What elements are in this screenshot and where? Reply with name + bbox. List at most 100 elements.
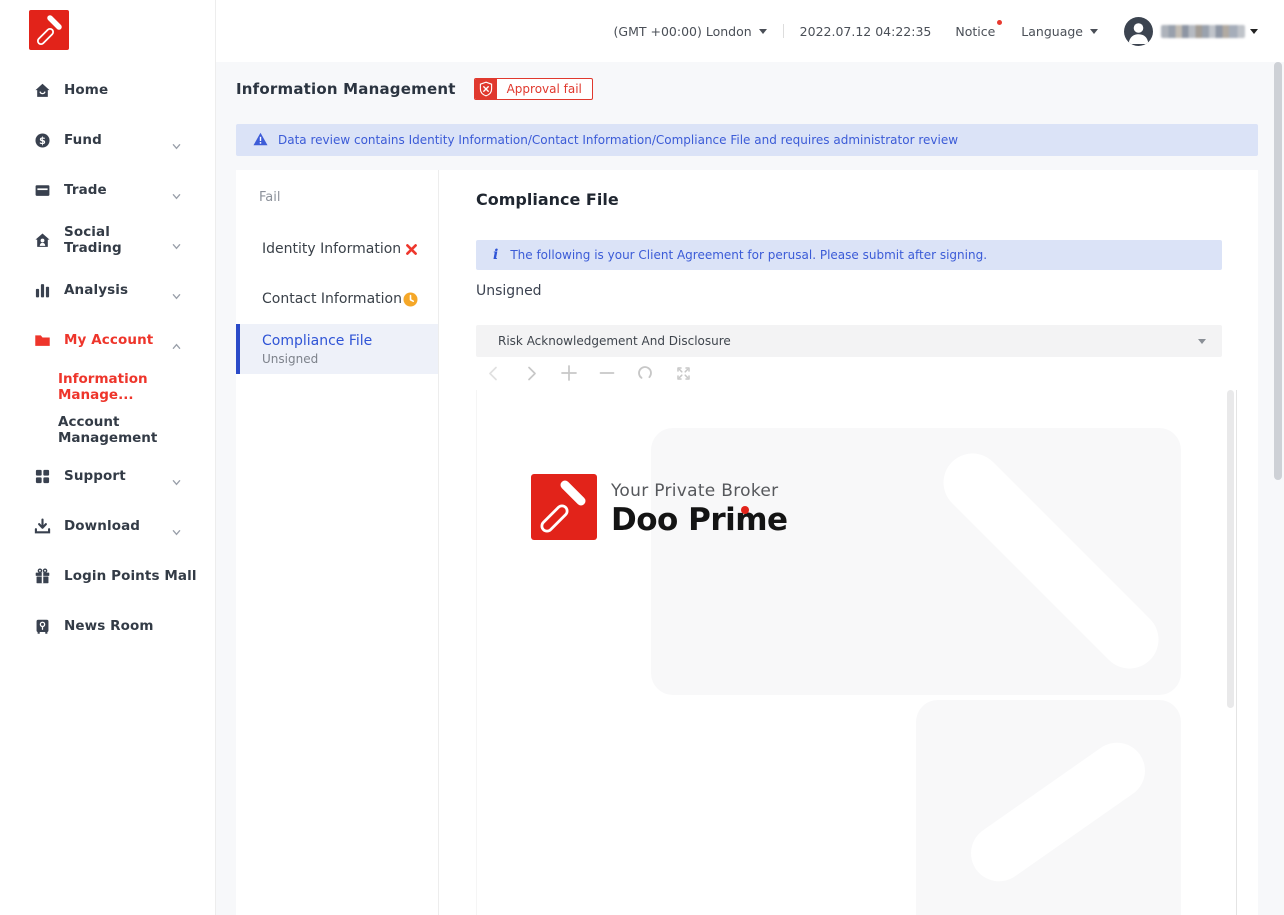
language-label: Language	[1021, 24, 1083, 39]
doo-prime-logo-icon[interactable]	[29, 10, 69, 50]
content-area: Information Management Approval fail	[216, 62, 1284, 915]
fail-x-icon	[405, 243, 418, 256]
sidebar-item-label: Information Manage...	[58, 371, 215, 403]
chevron-down-icon	[1250, 29, 1258, 34]
notice-unread-dot	[997, 20, 1002, 25]
prev-page-button[interactable]	[484, 364, 502, 382]
compliance-panel: Compliance File i The following is your …	[439, 170, 1258, 915]
sidebar-item-support[interactable]: Support	[0, 451, 215, 501]
review-item-identity-information[interactable]: Identity Information	[236, 224, 438, 274]
pdf-viewer: Your Private Broker Doo Prime	[476, 390, 1237, 915]
watermark-logo-shape	[651, 428, 1181, 695]
timezone-selector[interactable]: (GMT +00:00) London	[614, 24, 767, 39]
brand-tagline: Your Private Broker	[611, 481, 788, 501]
gift-icon	[34, 568, 51, 585]
home-icon	[34, 82, 51, 99]
sidebar-item-label: Social Trading	[64, 224, 172, 256]
review-item-label: Identity Information	[262, 241, 401, 257]
avatar[interactable]	[1124, 17, 1153, 46]
notice-button[interactable]: Notice	[955, 24, 995, 39]
approval-status-badge: Approval fail	[474, 78, 593, 100]
trade-icon	[34, 182, 51, 199]
chevron-down-icon	[172, 286, 181, 295]
review-group-label: Fail	[236, 170, 438, 217]
chevron-down-icon	[172, 522, 181, 531]
social-trading-icon	[34, 232, 51, 249]
chevron-down-icon	[172, 236, 181, 245]
badge-label: Approval fail	[497, 82, 592, 96]
doo-prime-mark-icon	[531, 474, 597, 544]
sidebar-item-download[interactable]: Download	[0, 501, 215, 551]
watermark-bar	[931, 441, 1170, 680]
pdf-toolbar	[484, 364, 692, 382]
review-item-contact-information[interactable]: Contact Information	[236, 274, 438, 324]
sidebar-item-fund[interactable]: $ Fund	[0, 115, 215, 165]
agreement-dropdown[interactable]: Risk Acknowledgement And Disclosure	[476, 325, 1222, 357]
zoom-out-button[interactable]	[598, 364, 616, 382]
page-scrollbar-thumb[interactable]	[1274, 62, 1282, 480]
server-datetime: 2022.07.12 04:22:35	[800, 24, 932, 39]
pending-clock-icon	[403, 292, 418, 307]
review-item-label: Contact Information	[262, 291, 402, 307]
svg-text:$: $	[39, 135, 46, 146]
chevron-down-icon	[172, 472, 181, 481]
fund-icon: $	[34, 132, 51, 149]
info-icon: i	[493, 247, 498, 263]
folder-icon	[34, 332, 51, 349]
brand-i-dot	[741, 506, 749, 514]
timezone-label: (GMT +00:00) London	[614, 24, 752, 39]
info-text: The following is your Client Agreement f…	[510, 248, 987, 262]
sidebar-item-information-management[interactable]: Information Manage...	[0, 365, 215, 408]
rotate-refresh-button[interactable]	[636, 364, 654, 382]
sidebar-item-account-management[interactable]: Account Management	[0, 408, 215, 451]
review-item-compliance-file[interactable]: Compliance File Unsigned	[236, 324, 438, 374]
watermark-bar	[960, 732, 1156, 893]
agreement-dropdown-label: Risk Acknowledgement And Disclosure	[498, 334, 731, 348]
header-divider	[783, 24, 784, 38]
sidebar-item-label: Analysis	[64, 282, 128, 298]
top-header: (GMT +00:00) London 2022.07.12 04:22:35 …	[216, 0, 1284, 62]
username-redacted[interactable]	[1161, 25, 1245, 38]
news-room-icon	[34, 618, 51, 635]
sidebar-item-label: Trade	[64, 182, 107, 198]
review-item-sublabel: Unsigned	[262, 352, 318, 366]
sidebar-nav: Home $ Fund Trade Social Tradi	[0, 65, 215, 651]
support-grid-icon	[34, 468, 51, 485]
watermark-logo-shape	[916, 700, 1181, 915]
chevron-down-icon	[1090, 29, 1098, 34]
notice-label: Notice	[955, 24, 995, 39]
document-brand-lockup: Your Private Broker Doo Prime	[531, 474, 788, 544]
sidebar-item-trade[interactable]: Trade	[0, 165, 215, 215]
sidebar-item-label: Home	[64, 82, 108, 98]
sidebar-item-social-trading[interactable]: Social Trading	[0, 215, 215, 265]
sidebar-item-label: News Room	[64, 618, 154, 634]
brand-name: Doo Prime	[611, 502, 788, 538]
sidebar-item-home[interactable]: Home	[0, 65, 215, 115]
sidebar-item-analysis[interactable]: Analysis	[0, 265, 215, 315]
sidebar-item-label: Account Management	[58, 414, 215, 446]
banner-text: Data review contains Identity Informatio…	[278, 133, 958, 147]
zoom-in-button[interactable]	[560, 364, 578, 382]
fullscreen-button[interactable]	[674, 364, 692, 382]
sidebar-item-login-points-mall[interactable]: Login Points Mall	[0, 551, 215, 601]
review-item-label: Compliance File	[262, 333, 372, 349]
review-card: Fail Identity Information Contact Inform…	[236, 170, 1258, 915]
document-brand-text: Your Private Broker Doo Prime	[611, 474, 788, 544]
sidebar-item-label: Login Points Mall	[64, 568, 197, 584]
review-warning-banner: Data review contains Identity Informatio…	[236, 124, 1258, 156]
chevron-up-icon	[172, 336, 181, 345]
pdf-scrollbar-thumb[interactable]	[1227, 390, 1234, 708]
warning-triangle-icon	[253, 131, 268, 150]
agreement-info-box: i The following is your Client Agreement…	[476, 240, 1222, 270]
language-selector[interactable]: Language	[1021, 24, 1098, 39]
page-head: Information Management Approval fail	[236, 78, 593, 100]
sidebar-item-label: My Account	[64, 332, 153, 348]
chevron-down-icon	[759, 29, 767, 34]
analysis-icon	[34, 282, 51, 299]
sidebar: Home $ Fund Trade Social Tradi	[0, 0, 216, 915]
next-page-button[interactable]	[522, 364, 540, 382]
chevron-down-icon	[172, 186, 181, 195]
sidebar-item-my-account[interactable]: My Account	[0, 315, 215, 365]
sidebar-item-news-room[interactable]: News Room	[0, 601, 215, 651]
chevron-down-icon	[1198, 339, 1206, 344]
